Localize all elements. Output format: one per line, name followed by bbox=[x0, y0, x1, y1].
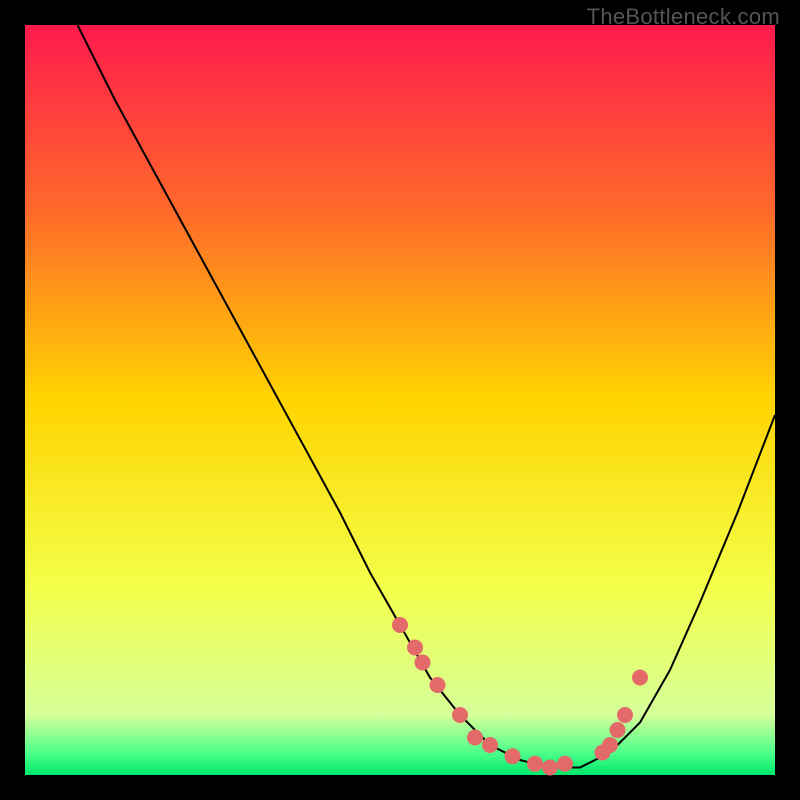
chart-frame bbox=[25, 25, 775, 775]
data-markers bbox=[392, 617, 648, 776]
watermark-text: TheBottleneck.com bbox=[587, 4, 780, 30]
data-marker bbox=[542, 760, 558, 776]
data-marker bbox=[430, 677, 446, 693]
data-marker bbox=[527, 756, 543, 772]
data-marker bbox=[617, 707, 633, 723]
data-marker bbox=[392, 617, 408, 633]
chart-plot bbox=[25, 25, 775, 775]
data-marker bbox=[452, 707, 468, 723]
data-marker bbox=[467, 730, 483, 746]
data-marker bbox=[415, 655, 431, 671]
data-marker bbox=[482, 737, 498, 753]
data-marker bbox=[407, 640, 423, 656]
data-marker bbox=[602, 737, 618, 753]
data-marker bbox=[632, 670, 648, 686]
data-marker bbox=[557, 756, 573, 772]
data-marker bbox=[505, 748, 521, 764]
data-marker bbox=[610, 722, 626, 738]
